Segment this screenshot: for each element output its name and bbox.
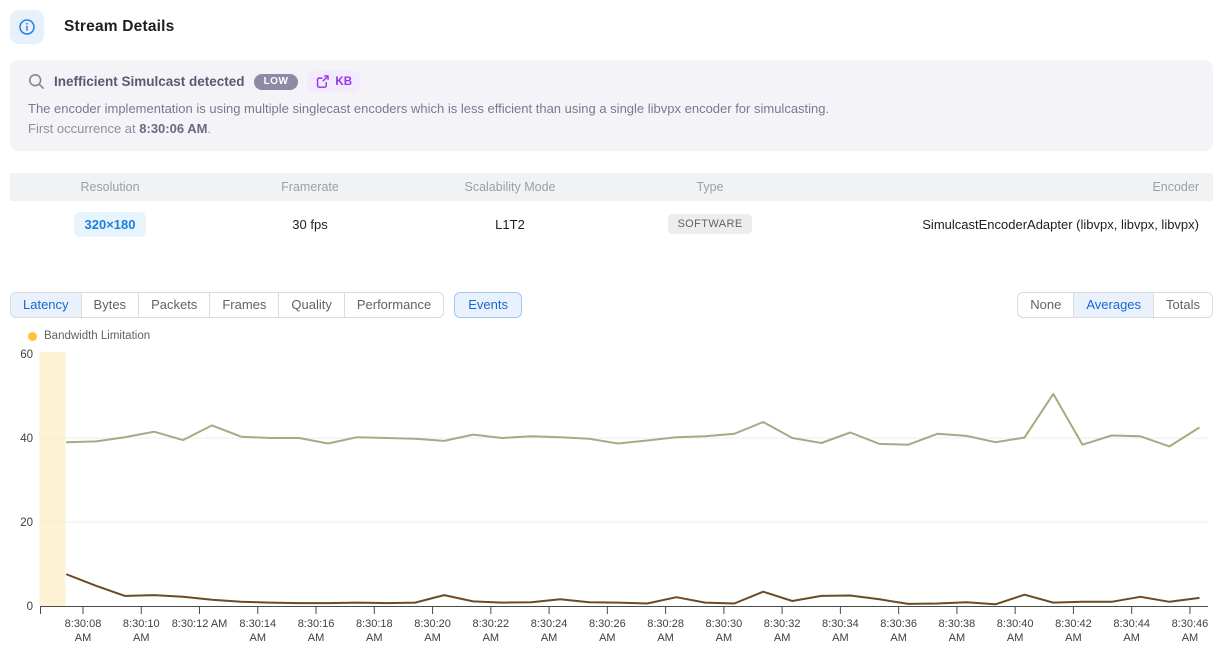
info-button[interactable]	[10, 10, 44, 44]
y-tick-label: 40	[20, 433, 33, 445]
col-framerate: Framerate	[210, 180, 410, 194]
table-header-row: Resolution Framerate Scalability Mode Ty…	[10, 173, 1213, 201]
y-tick-label: 20	[20, 517, 33, 529]
info-icon	[18, 18, 36, 36]
x-tick-label: 8:30:20AM	[414, 618, 451, 644]
x-tick-label: 8:30:14AM	[239, 618, 276, 644]
x-tick-label: 8:30:40AM	[997, 618, 1034, 644]
tab-none[interactable]: None	[1017, 292, 1074, 318]
search-icon	[28, 73, 45, 90]
x-tick-label: 8:30:08AM	[65, 618, 102, 644]
aggregate-tab-group: None Averages Totals	[1017, 292, 1213, 318]
x-tick-label: 8:30:24AM	[531, 618, 568, 644]
framerate-value: 30 fps	[210, 217, 410, 232]
x-tick-label: 8:30:16AM	[298, 618, 335, 644]
x-tick-label: 8:30:26AM	[589, 618, 626, 644]
y-tick-label: 60	[20, 349, 33, 361]
x-tick-label: 8:30:42AM	[1055, 618, 1092, 644]
tab-packets[interactable]: Packets	[138, 292, 210, 318]
x-tick-label: 8:30:10AM	[123, 618, 160, 644]
scalability-mode-value: L1T2	[410, 217, 610, 232]
chart-toolbar: Latency Bytes Packets Frames Quality Per…	[10, 292, 1213, 318]
tab-performance[interactable]: Performance	[344, 292, 444, 318]
table-row: 320×180 30 fps L1T2 SOFTWARE SimulcastEn…	[10, 201, 1213, 247]
col-encoder: Encoder	[810, 180, 1213, 194]
y-tick-label: 0	[27, 601, 33, 613]
x-tick-label: 8:30:36AM	[880, 618, 917, 644]
col-resolution: Resolution	[10, 180, 210, 194]
tab-frames[interactable]: Frames	[209, 292, 279, 318]
latency-chart[interactable]: 8:30:08AM 8:30:10AM 8:30:12 AM 8:30:14AM 8:3…	[10, 346, 1213, 649]
legend-label: Bandwidth Limitation	[44, 330, 150, 342]
type-badge: SOFTWARE	[668, 214, 751, 234]
simulcast-alert-card: Inefficient Simulcast detected LOW KB Th…	[10, 60, 1213, 151]
tab-averages[interactable]: Averages	[1073, 292, 1154, 318]
page-title: Stream Details	[64, 18, 175, 36]
series-lower-line	[67, 575, 1199, 605]
events-toggle-button[interactable]: Events	[454, 292, 522, 318]
x-tick-label: 8:30:30AM	[706, 618, 743, 644]
col-type: Type	[610, 180, 810, 194]
x-tick-label: 8:30:12 AM	[172, 618, 228, 630]
col-scalability-mode: Scalability Mode	[410, 180, 610, 194]
x-tick-label: 8:30:22AM	[472, 618, 509, 644]
alert-first-occurrence: First occurrence at 8:30:06 AM.	[28, 119, 1195, 139]
tab-quality[interactable]: Quality	[278, 292, 344, 318]
x-tick-label: 8:30:28AM	[647, 618, 684, 644]
kb-label: KB	[335, 76, 352, 88]
resolution-chip[interactable]: 320×180	[74, 212, 147, 237]
x-tick-label: 8:30:44AM	[1113, 618, 1150, 644]
series-upper-line	[67, 394, 1199, 447]
x-tick-label: 8:30:32AM	[764, 618, 801, 644]
share-icon	[315, 74, 330, 89]
tab-bytes[interactable]: Bytes	[81, 292, 140, 318]
metric-tab-group: Latency Bytes Packets Frames Quality Per…	[10, 292, 444, 318]
stream-details-panel: Stream Details Inefficient Simulcast det…	[0, 0, 1223, 649]
kb-link-button[interactable]: KB	[307, 71, 360, 92]
x-tick-label: 8:30:38AM	[939, 618, 976, 644]
severity-badge: LOW	[254, 74, 299, 90]
chart-legend: Bandwidth Limitation	[28, 330, 1213, 342]
x-tick-label: 8:30:34AM	[822, 618, 859, 644]
stream-properties-table: Resolution Framerate Scalability Mode Ty…	[10, 173, 1213, 247]
alert-title: Inefficient Simulcast detected	[54, 74, 245, 89]
tab-totals[interactable]: Totals	[1153, 292, 1213, 318]
alert-description: The encoder implementation is using mult…	[28, 99, 1195, 119]
panel-header: Stream Details	[10, 10, 1213, 44]
bandwidth-limitation-band	[39, 352, 65, 606]
x-tick-label: 8:30:18AM	[356, 618, 393, 644]
encoder-value: SimulcastEncoderAdapter (libvpx, libvpx,…	[810, 217, 1213, 232]
first-occurrence-time: 8:30:06 AM	[139, 121, 207, 136]
bandwidth-limitation-swatch	[28, 332, 37, 341]
tab-latency[interactable]: Latency	[10, 292, 82, 318]
x-tick-label: 8:30:46AM	[1172, 618, 1209, 644]
